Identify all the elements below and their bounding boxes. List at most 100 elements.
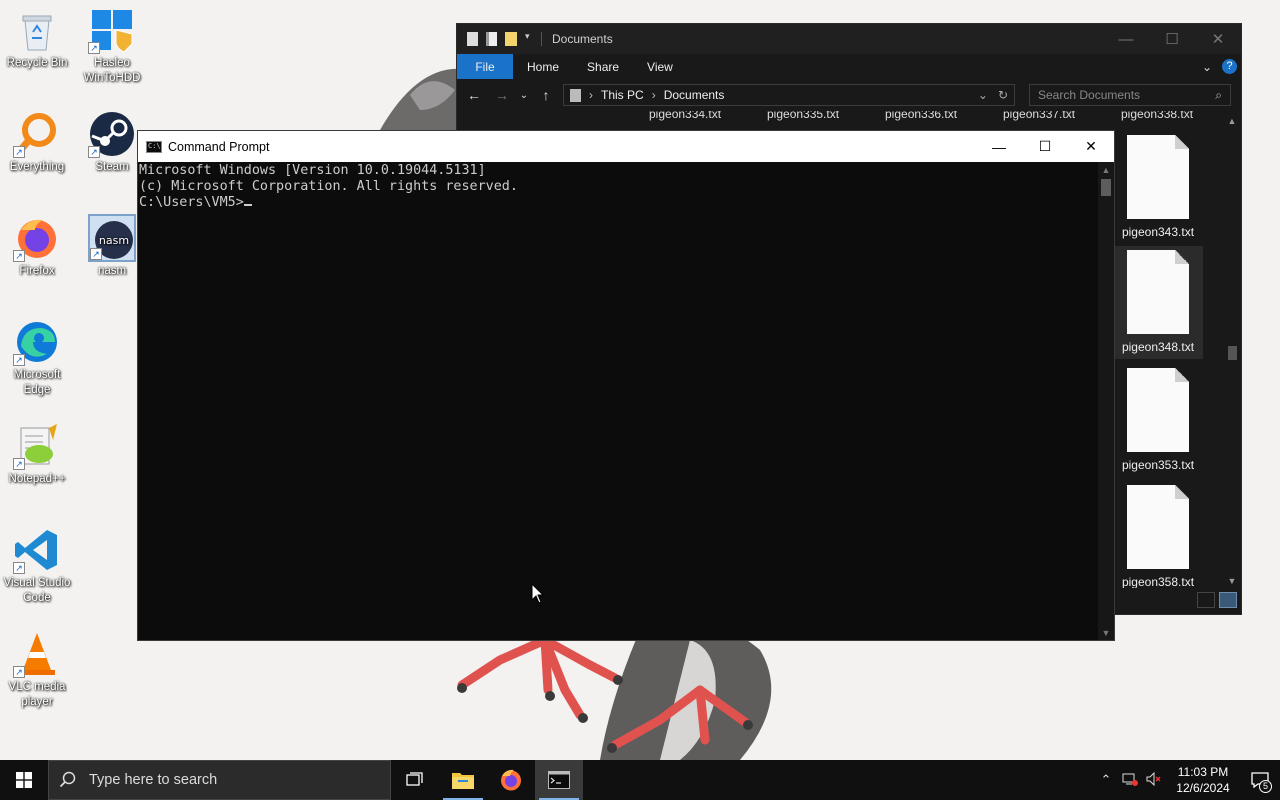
- scroll-up-icon[interactable]: ▲: [1098, 162, 1114, 178]
- details-view-icon[interactable]: [1197, 592, 1215, 608]
- desktop-icon-edge[interactable]: ↗ Microsoft Edge: [0, 318, 74, 398]
- desktop-icon-firefox[interactable]: ↗ Firefox: [0, 214, 74, 279]
- clock-time: 11:03 PM: [1177, 765, 1229, 779]
- system-tray: ⌃ 11:03 PM 12/6/2024 5: [1094, 760, 1280, 800]
- text-caret: [243, 204, 252, 206]
- file-name-partial[interactable]: pigeon336.txt: [885, 111, 957, 121]
- chevron-down-icon[interactable]: ▾: [525, 31, 533, 47]
- volume-muted-icon[interactable]: [1142, 771, 1166, 789]
- window-title: Documents: [552, 32, 613, 46]
- firefox-icon: [501, 769, 521, 791]
- tab-file[interactable]: File: [457, 54, 513, 79]
- explorer-search-input[interactable]: Search Documents ⌕: [1029, 84, 1231, 106]
- large-icons-view-icon[interactable]: [1219, 592, 1237, 608]
- shortcut-arrow-icon: ↗: [90, 248, 102, 260]
- search-icon: [59, 771, 76, 788]
- console-prompt: C:\Users\VM5>: [139, 195, 244, 210]
- window-title: Command Prompt: [168, 139, 270, 154]
- file-name: pigeon353.txt: [1121, 458, 1195, 472]
- minimize-button[interactable]: —: [1103, 24, 1149, 54]
- new-folder-icon[interactable]: [486, 32, 497, 46]
- up-arrow-icon[interactable]: ↑: [535, 87, 557, 103]
- command-prompt-icon: C:\: [146, 140, 162, 153]
- desktop-icon-label: Recycle Bin: [6, 57, 68, 69]
- taskbar-search-input[interactable]: Type here to search: [48, 760, 391, 800]
- show-hidden-icons-chevron-icon[interactable]: ⌃: [1094, 772, 1118, 788]
- scroll-down-icon[interactable]: ▼: [1225, 576, 1239, 586]
- desktop-icon-label: Firefox: [19, 265, 55, 277]
- tab-view[interactable]: View: [633, 54, 687, 79]
- console-line: Microsoft Windows [Version 10.0.19044.51…: [139, 163, 486, 178]
- scrollbar-thumb[interactable]: [1101, 179, 1111, 196]
- shortcut-arrow-icon: ↗: [13, 562, 25, 574]
- desktop-icon-label: Microsoft Edge: [13, 369, 61, 396]
- file-item[interactable]: pigeon358.txt: [1113, 481, 1203, 588]
- back-arrow-icon[interactable]: ←: [463, 87, 485, 103]
- desktop-icon-vscode[interactable]: ↗ Visual Studio Code: [0, 526, 74, 606]
- taskbar-command-prompt[interactable]: [535, 760, 583, 800]
- expand-ribbon-icon[interactable]: ⌄: [1202, 60, 1212, 74]
- refresh-icon[interactable]: ↻: [998, 88, 1008, 102]
- maximize-button[interactable]: ☐: [1149, 24, 1195, 54]
- file-name-partial[interactable]: pigeon334.txt: [649, 111, 721, 121]
- file-item[interactable]: pigeon353.txt: [1113, 364, 1203, 472]
- scroll-up-icon[interactable]: ▲: [1225, 116, 1239, 126]
- desktop-icon-vlc[interactable]: ↗ VLC media player: [0, 630, 74, 710]
- desktop-icon-label: Visual Studio Code: [3, 577, 71, 604]
- scrollbar-thumb[interactable]: [1228, 346, 1237, 360]
- taskbar-firefox[interactable]: [487, 760, 535, 800]
- file-name-partial[interactable]: pigeon338.txt: [1121, 111, 1193, 121]
- start-button[interactable]: [0, 760, 48, 800]
- console-output[interactable]: Microsoft Windows [Version 10.0.19044.51…: [138, 162, 1098, 640]
- network-icon[interactable]: [1118, 772, 1142, 789]
- console-scrollbar[interactable]: ▲ ▼: [1098, 162, 1114, 640]
- desktop-icon-label: Everything: [9, 161, 65, 173]
- command-prompt-icon: [548, 771, 570, 789]
- this-pc-icon: [570, 88, 581, 102]
- desktop-icon-label: Notepad++: [8, 473, 66, 485]
- cmd-titlebar[interactable]: C:\ Command Prompt — ☐ ✕: [138, 131, 1114, 162]
- taskbar-clock[interactable]: 11:03 PM 12/6/2024: [1166, 764, 1240, 796]
- shortcut-arrow-icon: ↗: [88, 146, 100, 158]
- breadcrumb-separator: ›: [651, 88, 656, 102]
- task-view-button[interactable]: [391, 760, 439, 800]
- windows-logo-icon: [16, 772, 32, 788]
- forward-arrow-icon[interactable]: →: [491, 87, 513, 103]
- tab-home[interactable]: Home: [513, 54, 573, 79]
- address-row: ← → ⌄ ↑ › This PC › Documents ⌄ ↻ Search…: [457, 79, 1241, 111]
- breadcrumb-separator: ›: [589, 88, 593, 102]
- address-bar[interactable]: › This PC › Documents ⌄ ↻: [563, 84, 1015, 106]
- explorer-scrollbar[interactable]: ▲ ▼: [1225, 116, 1239, 586]
- file-item[interactable]: pigeon343.txt: [1113, 131, 1203, 239]
- desktop-icon-everything[interactable]: ↗ Everything: [0, 110, 74, 175]
- properties-icon[interactable]: [467, 32, 478, 46]
- recent-locations-chevron-icon[interactable]: ⌄: [519, 90, 529, 101]
- command-prompt-window[interactable]: C:\ Command Prompt — ☐ ✕ Microsoft Windo…: [137, 130, 1115, 641]
- file-name-partial[interactable]: pigeon337.txt: [1003, 111, 1075, 121]
- file-name: pigeon348.txt: [1121, 340, 1195, 354]
- close-button[interactable]: ✕: [1068, 131, 1114, 162]
- file-item[interactable]: pigeon348.txt: [1113, 246, 1203, 359]
- file-name: pigeon343.txt: [1121, 225, 1195, 239]
- explorer-titlebar[interactable]: ▾ Documents — ☐ ✕: [457, 24, 1241, 54]
- desktop-icon-hasleo[interactable]: ↗ Hasleo WinToHDD: [75, 6, 149, 86]
- shortcut-arrow-icon: ↗: [13, 666, 25, 678]
- action-center-button[interactable]: 5: [1240, 760, 1280, 800]
- taskbar-file-explorer[interactable]: [439, 760, 487, 800]
- address-dropdown-icon[interactable]: ⌄: [978, 88, 988, 102]
- tab-share[interactable]: Share: [573, 54, 633, 79]
- maximize-button[interactable]: ☐: [1022, 131, 1068, 162]
- close-button[interactable]: ✕: [1195, 24, 1241, 54]
- folder-icon: [505, 32, 517, 46]
- breadcrumb-this-pc[interactable]: This PC: [601, 88, 644, 102]
- scroll-down-icon[interactable]: ▼: [1098, 628, 1114, 638]
- desktop-icon-recycle-bin[interactable]: Recycle Bin: [0, 6, 74, 71]
- breadcrumb-documents[interactable]: Documents: [664, 88, 725, 102]
- console-prompt-line[interactable]: C:\Users\VM5>: [139, 195, 1098, 211]
- file-name-partial[interactable]: pigeon335.txt: [767, 111, 839, 121]
- minimize-button[interactable]: —: [976, 131, 1022, 162]
- help-icon[interactable]: ?: [1222, 59, 1237, 74]
- desktop-icon-notepadpp[interactable]: ↗ Notepad++: [0, 422, 74, 487]
- text-file-icon: [1127, 485, 1189, 569]
- search-icon: ⌕: [1215, 87, 1222, 102]
